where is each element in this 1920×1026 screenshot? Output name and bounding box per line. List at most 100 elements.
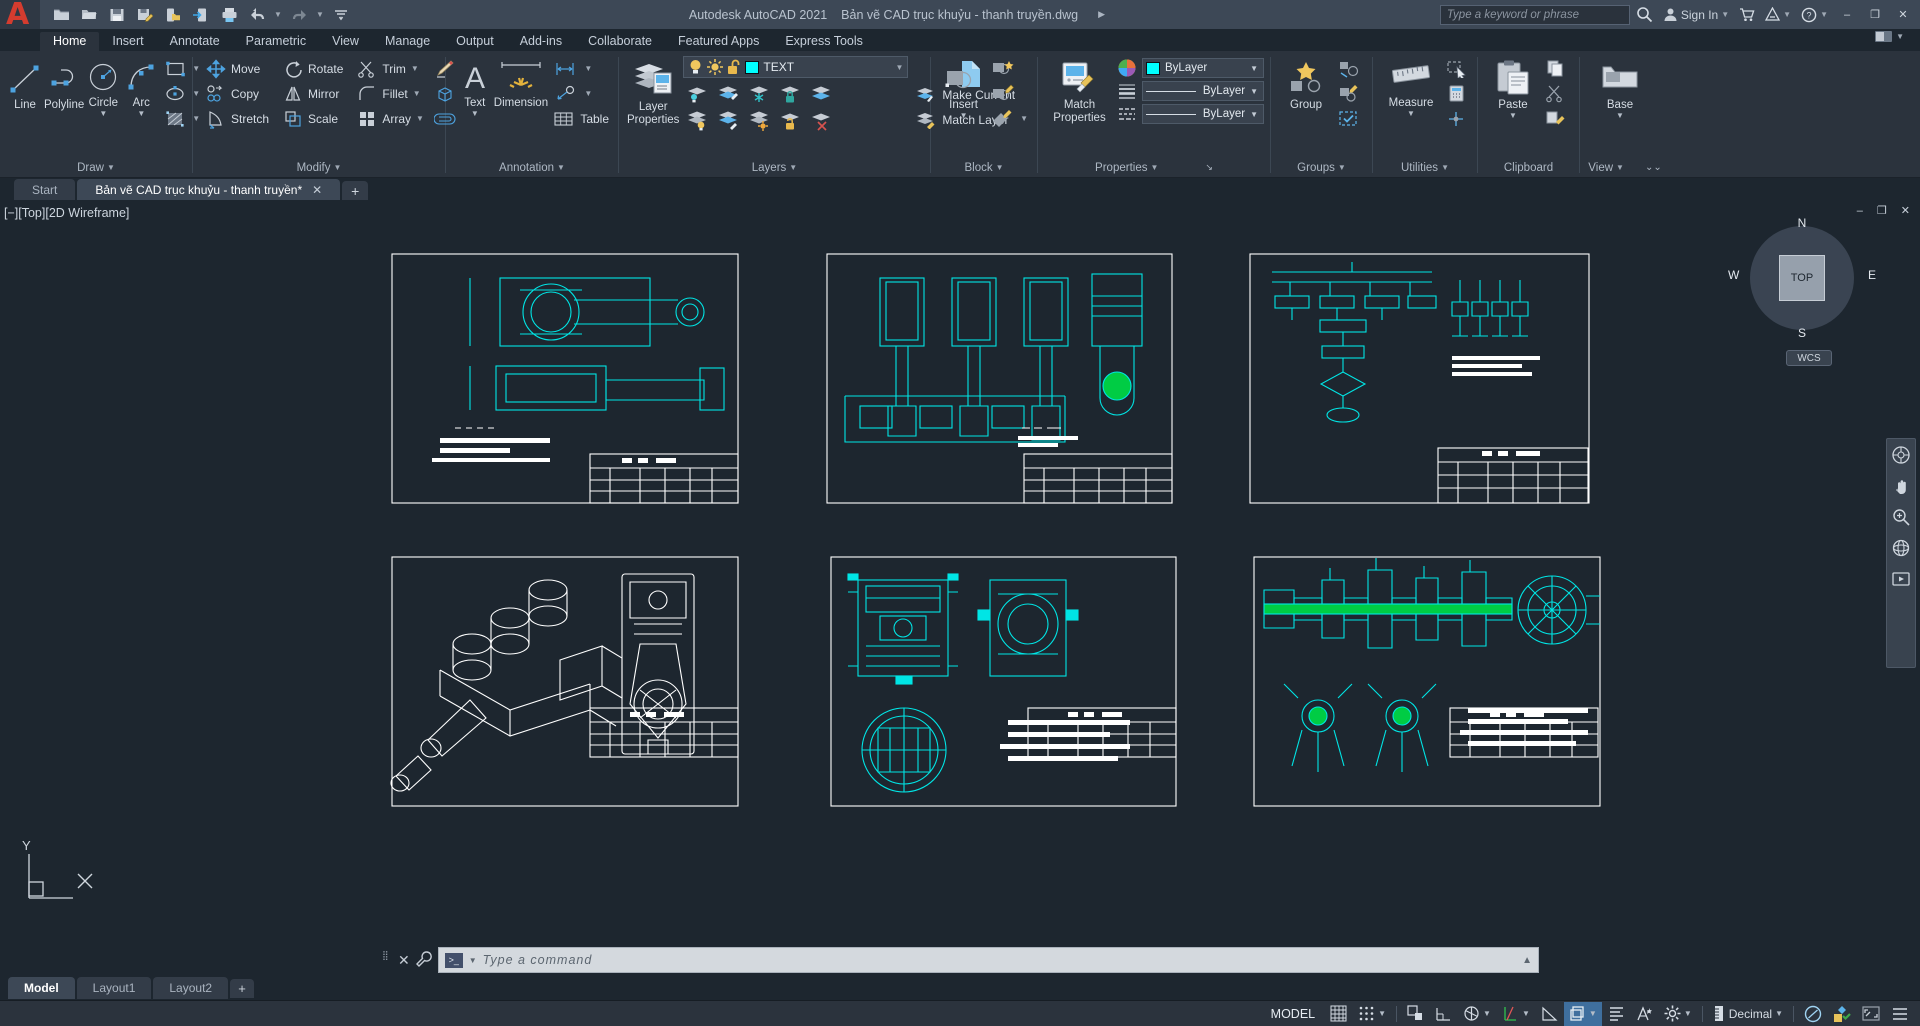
hardware-acceleration[interactable]	[1828, 1002, 1856, 1026]
drawing-content[interactable]	[0, 200, 1920, 944]
scale-tool[interactable]: Scale	[280, 106, 346, 131]
layer-unisolate-tool[interactable]	[714, 81, 743, 106]
point-style-tool[interactable]	[1443, 106, 1471, 131]
leader-dropdown-icon[interactable]: ▼	[584, 89, 592, 98]
panel-title-block[interactable]: Block ▼	[931, 158, 1037, 177]
paste-dropdown-icon[interactable]: ▼	[1509, 112, 1517, 120]
autocad-logo-icon[interactable]	[0, 0, 40, 32]
workspace-switching[interactable]: ▼	[1659, 1002, 1697, 1026]
open-from-web-icon[interactable]	[188, 3, 214, 27]
trim-dropdown-icon[interactable]: ▼	[411, 64, 419, 73]
clean-screen[interactable]	[1857, 1002, 1885, 1026]
save-to-web-icon[interactable]	[160, 3, 186, 27]
restore-button[interactable]: ❐	[1862, 2, 1888, 28]
workspace-dropdown-icon[interactable]: ▼	[1684, 1009, 1692, 1018]
layer-unlock-tool[interactable]	[776, 108, 805, 133]
linear-dimension-tool[interactable]: ▼	[550, 56, 612, 81]
stretch-tool[interactable]: Stretch	[203, 106, 272, 131]
layout-tab-layout1[interactable]: Layout1	[76, 977, 152, 999]
layer-freeze-tool[interactable]	[745, 81, 774, 106]
search-icon[interactable]	[1632, 3, 1657, 27]
panel-title-properties[interactable]: Properties ▼ ↘	[1038, 158, 1270, 177]
ribbon-tab-home[interactable]: Home	[40, 32, 100, 51]
array-dropdown-icon[interactable]: ▼	[416, 114, 424, 123]
linear-dimension-dropdown-icon[interactable]: ▼	[584, 64, 592, 73]
close-button[interactable]: ✕	[1890, 2, 1916, 28]
panel-title-modify[interactable]: Modify ▼	[193, 158, 445, 177]
polyline-tool[interactable]: Polyline	[44, 56, 84, 111]
panel-title-groups[interactable]: Groups ▼	[1271, 158, 1372, 177]
layer-delete-tool[interactable]	[807, 108, 836, 133]
trim-tool[interactable]: Trim ▼	[354, 56, 427, 81]
sign-in-button[interactable]: Sign In ▼	[1659, 3, 1733, 27]
mirror-tool[interactable]: Mirror	[280, 81, 346, 106]
circle-tool[interactable]: Circle ▼	[84, 56, 122, 118]
redo-dropdown-icon[interactable]: ▼	[314, 3, 326, 27]
match-clip-tool[interactable]	[1542, 106, 1570, 131]
table-tool[interactable]: Table	[550, 106, 612, 131]
group-tool[interactable]: Group	[1279, 56, 1333, 111]
dimension-tool[interactable]: Dimension	[494, 56, 549, 109]
copy-tool[interactable]: Copy	[203, 81, 272, 106]
command-history-dropdown-icon[interactable]: ▼	[469, 956, 477, 965]
layer-properties-tool[interactable]: Layer Properties	[627, 56, 679, 127]
new-file-icon[interactable]	[48, 3, 74, 27]
edit-block-tool[interactable]	[988, 81, 1031, 106]
snap-mode-toggle[interactable]: ▼	[1353, 1002, 1391, 1026]
grid-display-toggle[interactable]	[1325, 1002, 1352, 1026]
ribbon-tab-featured-apps[interactable]: Featured Apps	[665, 32, 772, 51]
object-color-select[interactable]: ByLayer ▼	[1142, 58, 1264, 78]
text-tool[interactable]: A Text ▼	[456, 56, 494, 118]
customization[interactable]	[1886, 1002, 1914, 1026]
copy-clip-tool[interactable]	[1542, 56, 1570, 81]
layout-tab-layout2[interactable]: Layout2	[153, 977, 229, 999]
text-dropdown-icon[interactable]: ▼	[471, 110, 479, 118]
command-line-grip[interactable]: ⣿	[382, 950, 392, 970]
base-view-dropdown-icon[interactable]: ▼	[1616, 112, 1624, 120]
drawing-tab-start[interactable]: Start	[14, 179, 76, 200]
layer-on-tool[interactable]	[714, 108, 743, 133]
model-space-toggle[interactable]: MODEL	[1262, 1007, 1324, 1021]
ungroup-tool[interactable]	[1335, 56, 1363, 81]
layer-isolate-tool[interactable]	[683, 81, 712, 106]
autodesk-apps-icon[interactable]: ▼	[1761, 3, 1795, 27]
arc-tool[interactable]: Arc ▼	[122, 56, 160, 118]
panel-title-view[interactable]: View ▼ ⌄⌄	[1580, 158, 1670, 177]
cart-icon[interactable]	[1735, 3, 1759, 27]
current-layer-dropdown-icon[interactable]: ▼	[896, 63, 904, 72]
isolate-objects[interactable]	[1799, 1002, 1827, 1026]
move-tool[interactable]: Move	[203, 56, 272, 81]
ribbon-tab-insert[interactable]: Insert	[99, 32, 156, 51]
object-snap-toggle[interactable]: ▼	[1497, 1002, 1535, 1026]
workspace-indicator-icon[interactable]: ▼	[1874, 30, 1904, 43]
annotation-visibility-toggle[interactable]	[1603, 1002, 1630, 1026]
line-tool[interactable]: Line	[6, 56, 44, 111]
ribbon-tab-view[interactable]: View	[319, 32, 372, 51]
layer-merge-tool[interactable]	[807, 81, 836, 106]
arc-dropdown-icon[interactable]: ▼	[137, 110, 145, 118]
help-icon[interactable]: ? ▼	[1797, 3, 1832, 27]
layout-tab-model[interactable]: Model	[8, 977, 75, 999]
search-input[interactable]: Type a keyword or phrase	[1439, 4, 1630, 25]
match-properties-tool[interactable]: Match Properties	[1046, 56, 1113, 125]
current-layer-combo[interactable]: TEXT ▼	[683, 56, 909, 78]
open-file-icon[interactable]	[76, 3, 102, 27]
command-history-arrow[interactable]: ▲	[1522, 955, 1532, 966]
plot-icon[interactable]	[216, 3, 242, 27]
edit-attribute-dropdown-icon[interactable]: ▼	[1020, 114, 1028, 123]
quick-calculator-tool[interactable]	[1443, 81, 1471, 106]
ribbon-tab-express-tools[interactable]: Express Tools	[772, 32, 876, 51]
linetype-select[interactable]: ByLayer ▼	[1142, 104, 1264, 124]
units-dropdown-icon[interactable]: ▼	[1775, 1009, 1783, 1018]
paste-tool[interactable]: Paste ▼	[1486, 56, 1540, 120]
quick-select-tool[interactable]	[1443, 56, 1471, 81]
polar-tracking-dropdown-icon[interactable]: ▼	[1483, 1009, 1491, 1018]
redo-icon[interactable]	[286, 3, 312, 27]
undo-icon[interactable]	[244, 3, 270, 27]
angle-snap-toggle[interactable]	[1536, 1002, 1563, 1026]
edit-attribute-tool[interactable]: ▼	[988, 106, 1031, 131]
title-expand-icon[interactable]: ▶	[1098, 9, 1105, 20]
minimize-button[interactable]: –	[1834, 2, 1860, 28]
ribbon-tab-parametric[interactable]: Parametric	[233, 32, 319, 51]
units-selector[interactable]: Decimal ▼	[1708, 1002, 1788, 1026]
